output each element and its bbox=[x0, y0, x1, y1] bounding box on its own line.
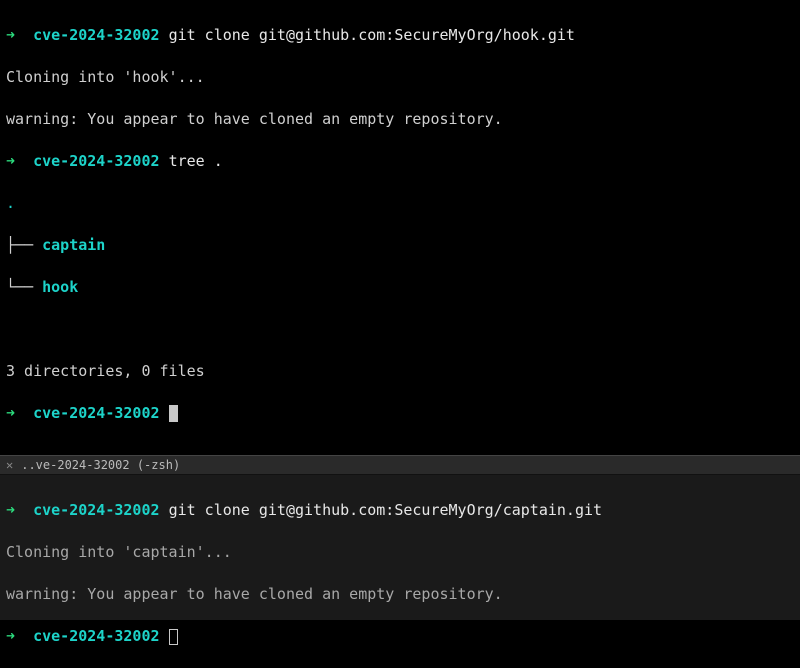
tree-branch-icon: ├── bbox=[6, 236, 42, 254]
terminal-pane-bottom[interactable]: ➜ cve-2024-32002 git clone git@github.co… bbox=[0, 475, 800, 620]
blank-line bbox=[6, 319, 794, 340]
prompt-line: ➜ cve-2024-32002 tree . bbox=[6, 151, 794, 172]
cursor-icon bbox=[169, 405, 178, 422]
prompt-cwd: cve-2024-32002 bbox=[33, 501, 159, 519]
output-line: Cloning into 'hook'... bbox=[6, 67, 794, 88]
command-text: git clone git@github.com:SecureMyOrg/hoo… bbox=[169, 26, 575, 44]
prompt-arrow-icon: ➜ bbox=[6, 404, 15, 422]
terminal-pane-top[interactable]: ➜ cve-2024-32002 git clone git@github.co… bbox=[0, 0, 800, 455]
output-line: warning: You appear to have cloned an em… bbox=[6, 584, 794, 605]
prompt-arrow-icon: ➜ bbox=[6, 501, 15, 519]
tree-root: . bbox=[6, 193, 794, 214]
command-text: git clone git@github.com:SecureMyOrg/cap… bbox=[169, 501, 602, 519]
prompt-line: ➜ cve-2024-32002 bbox=[6, 626, 794, 647]
tree-dir-name: hook bbox=[42, 278, 78, 296]
tree-summary: 3 directories, 0 files bbox=[6, 361, 794, 382]
output-line: Cloning into 'captain'... bbox=[6, 542, 794, 563]
prompt-cwd: cve-2024-32002 bbox=[33, 26, 159, 44]
prompt-cwd: cve-2024-32002 bbox=[33, 404, 159, 422]
tree-entry: └── hook bbox=[6, 277, 794, 298]
output-line: warning: You appear to have cloned an em… bbox=[6, 109, 794, 130]
prompt-cwd: cve-2024-32002 bbox=[33, 627, 159, 645]
prompt-line: ➜ cve-2024-32002 bbox=[6, 403, 794, 424]
tree-dir-name: captain bbox=[42, 236, 105, 254]
cursor-icon bbox=[169, 629, 178, 645]
prompt-arrow-icon: ➜ bbox=[6, 627, 15, 645]
tree-entry: ├── captain bbox=[6, 235, 794, 256]
prompt-cwd: cve-2024-32002 bbox=[33, 152, 159, 170]
close-icon[interactable]: ✕ bbox=[6, 457, 13, 474]
tab-title[interactable]: ..ve-2024-32002 (-zsh) bbox=[21, 457, 180, 474]
tmux-tab-bar[interactable]: ✕ ..ve-2024-32002 (-zsh) bbox=[0, 455, 800, 475]
prompt-line: ➜ cve-2024-32002 git clone git@github.co… bbox=[6, 500, 794, 521]
prompt-arrow-icon: ➜ bbox=[6, 152, 15, 170]
command-text: tree . bbox=[169, 152, 223, 170]
prompt-arrow-icon: ➜ bbox=[6, 26, 15, 44]
prompt-line: ➜ cve-2024-32002 git clone git@github.co… bbox=[6, 25, 794, 46]
tree-branch-icon: └── bbox=[6, 278, 42, 296]
